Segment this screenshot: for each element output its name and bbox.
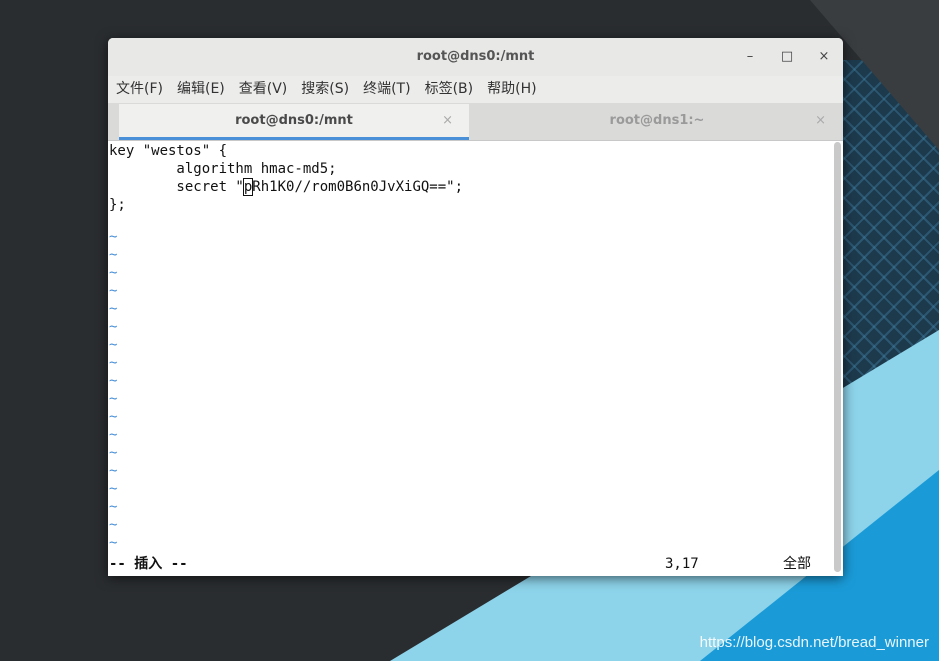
editor-line-3-prefix: secret " — [109, 179, 244, 195]
title-bar[interactable]: root@dns0:/mnt – □ × — [108, 38, 843, 77]
editor-line-2: algorithm hmac-md5; — [109, 161, 337, 177]
minimize-button[interactable]: – — [740, 47, 760, 67]
empty-line-tilde: ~ — [109, 427, 118, 443]
empty-line-tilde: ~ — [109, 373, 118, 389]
scroll-position: 全部 — [783, 556, 811, 572]
empty-line-tilde: ~ — [109, 445, 118, 461]
empty-line-tilde: ~ — [109, 229, 118, 245]
editor-line-3: secret "pRh1K0//rom0B6n0JvXiGQ=="; — [109, 178, 463, 196]
tab-close-icon[interactable]: × — [442, 104, 453, 138]
terminal-window: root@dns0:/mnt – □ × 文件(F) 编辑(E) 查看(V) 搜索(S… — [108, 38, 843, 576]
empty-line-tilde: ~ — [109, 463, 118, 479]
menu-file[interactable]: 文件(F) — [108, 76, 170, 103]
empty-line-tilde: ~ — [109, 481, 118, 497]
empty-line-tilde: ~ — [109, 247, 118, 263]
tab-label: root@dns1:~ — [609, 113, 705, 128]
menu-view[interactable]: 查看(V) — [232, 76, 295, 103]
cursor-position: 3,17 — [665, 556, 699, 572]
maximize-button[interactable]: □ — [777, 47, 797, 67]
editor-line-4: }; — [109, 197, 126, 213]
empty-line-tilde: ~ — [109, 355, 118, 371]
terminal-content[interactable]: key "westos" { algorithm hmac-md5; secre… — [108, 141, 843, 576]
empty-line-tilde: ~ — [109, 409, 118, 425]
empty-line-tilde: ~ — [109, 535, 118, 551]
status-mode: -- 插入 -- — [109, 556, 188, 572]
scrollbar-thumb[interactable] — [834, 142, 841, 572]
empty-line-tilde: ~ — [109, 319, 118, 335]
empty-line-tilde: ~ — [109, 391, 118, 407]
close-button[interactable]: × — [814, 47, 834, 67]
menu-tabs[interactable]: 标签(B) — [418, 76, 481, 103]
menu-terminal[interactable]: 终端(T) — [356, 76, 417, 103]
empty-line-tilde: ~ — [109, 499, 118, 515]
scrollbar[interactable] — [834, 142, 841, 572]
watermark: https://blog.csdn.net/bread_winner — [699, 634, 929, 651]
empty-line-tilde: ~ — [109, 517, 118, 533]
tab-label: root@dns0:/mnt — [235, 113, 353, 128]
menu-edit[interactable]: 编辑(E) — [170, 76, 232, 103]
menu-search[interactable]: 搜索(S) — [294, 76, 356, 103]
empty-line-tilde: ~ — [109, 337, 118, 353]
editor-line-3-rest: Rh1K0//rom0B6n0JvXiGQ=="; — [252, 179, 464, 195]
menu-help[interactable]: 帮助(H) — [480, 76, 543, 103]
empty-line-tilde: ~ — [109, 265, 118, 281]
tab-bar: root@dns0:/mnt × root@dns1:~ × — [108, 103, 843, 141]
tab-close-icon[interactable]: × — [815, 104, 826, 138]
tab-dns0[interactable]: root@dns0:/mnt × — [119, 104, 469, 140]
empty-line-tilde: ~ — [109, 283, 118, 299]
editor-line-1: key "westos" { — [109, 143, 228, 159]
empty-line-tilde: ~ — [109, 301, 118, 317]
menu-bar: 文件(F) 编辑(E) 查看(V) 搜索(S) 终端(T) 标签(B) 帮助(H) — [108, 76, 843, 103]
tab-dns1[interactable]: root@dns1:~ × — [472, 104, 842, 140]
window-title: root@dns0:/mnt — [416, 49, 535, 64]
